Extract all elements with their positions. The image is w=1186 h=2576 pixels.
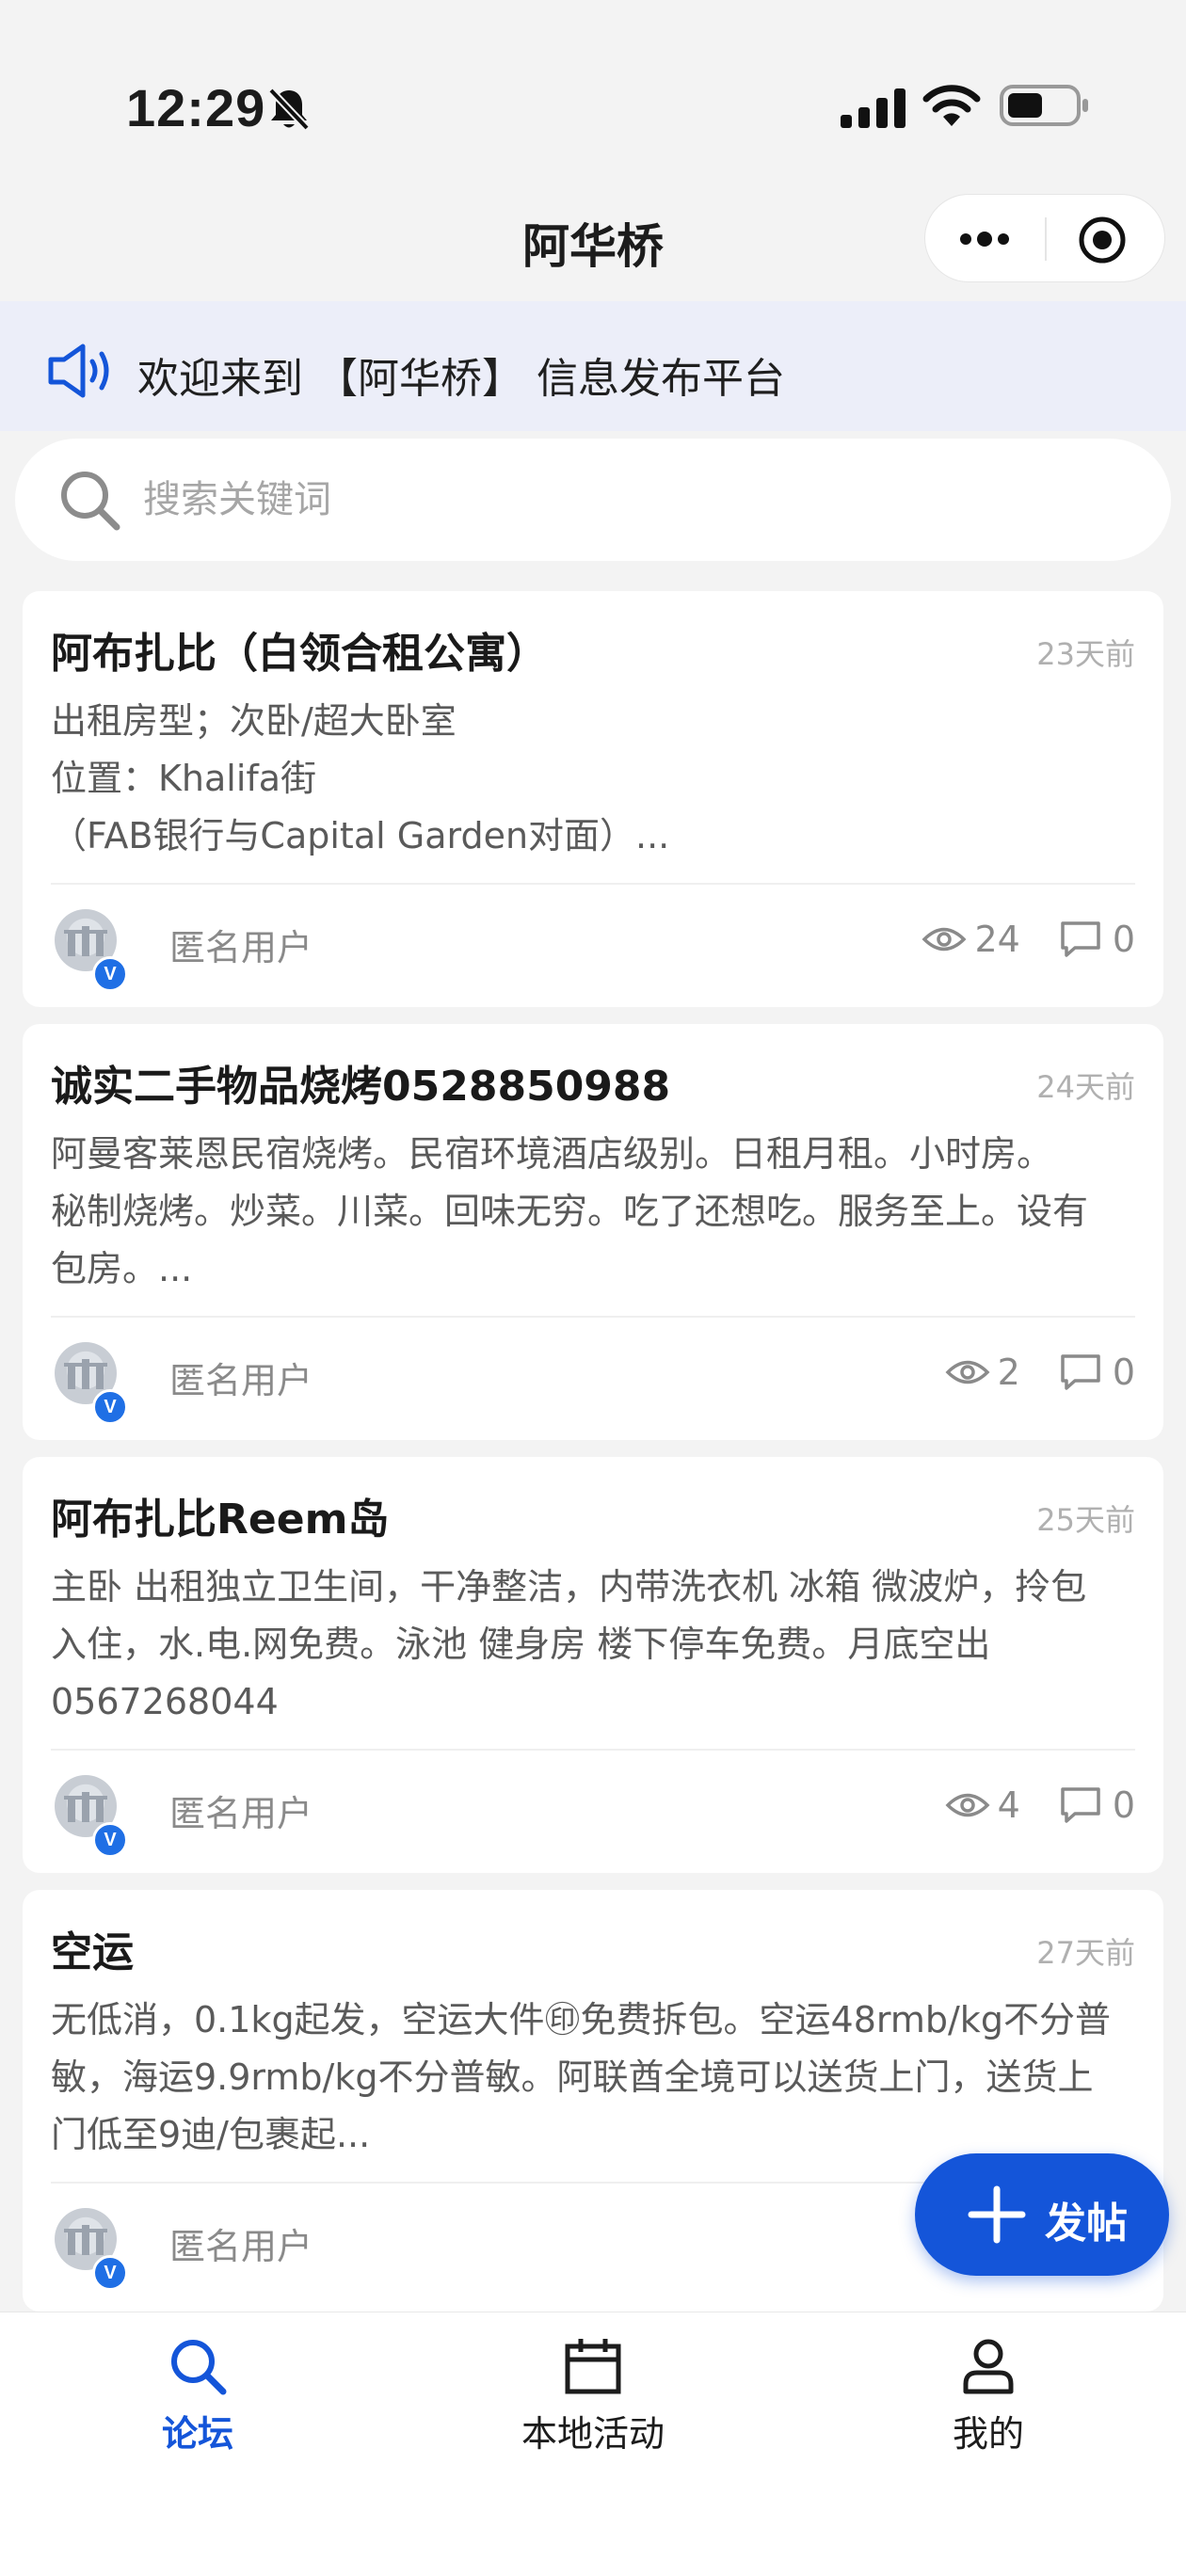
card-divider [51, 1749, 1135, 1751]
person-icon [963, 2339, 1014, 2394]
search-input[interactable] [141, 463, 1124, 536]
verified-badge: V [92, 956, 128, 992]
capsule-divider [1045, 217, 1047, 261]
post-excerpt-line: 敏，海运9.9rmb/kg不分普敏。阿联酋全境可以送货上门，送货上 [51, 2056, 1094, 2098]
view-count: 2 [945, 1352, 1020, 1393]
post-excerpt-line: 秘制烧烤。炒菜。川菜。回味无穷。吃了还想吃。服务至上。设有 [51, 1191, 1089, 1232]
post-title[interactable]: 阿布扎比（白领合租公寓） [51, 619, 548, 680]
author-name[interactable]: 匿名用户 [169, 919, 313, 970]
comment-count-value: 0 [1112, 1784, 1135, 1826]
search-icon [171, 2340, 227, 2395]
search-bar[interactable] [15, 439, 1171, 561]
mini-program-capsule [924, 194, 1165, 282]
new-post-label: 发帖 [1045, 2200, 1128, 2248]
post-stats: 24 0 [882, 919, 1135, 960]
calendar-icon [565, 2339, 621, 2394]
author-name[interactable]: 匿名用户 [169, 2217, 313, 2269]
more-icon[interactable] [954, 216, 1016, 263]
card-divider [51, 883, 1135, 885]
post-time: 23天前 [1036, 636, 1135, 672]
post-card[interactable]: 阿布扎比Reem岛 25天前 主卧 出租独立卫生间，干净整洁，内带洗衣机 冰箱 … [23, 1457, 1163, 1873]
post-title[interactable]: 阿布扎比Reem岛 [51, 1485, 389, 1545]
author-name[interactable]: 匿名用户 [169, 1352, 313, 1403]
post-stats: 4 0 [906, 1784, 1135, 1826]
plus-icon [968, 2185, 1026, 2244]
post-footer: V 匿名用户 2 0 [51, 1323, 1135, 1425]
verified-badge: V [92, 1822, 128, 1858]
post-time: 25天前 [1036, 1502, 1135, 1538]
comment-count: 0 [1060, 919, 1135, 960]
view-count: 4 [945, 1784, 1020, 1826]
status-time: 12:29 [126, 78, 266, 137]
avatar[interactable]: V [55, 1342, 128, 1425]
tab-forum[interactable]: 论坛 [85, 2335, 311, 2476]
eye-icon [945, 1360, 990, 1384]
comment-icon [1061, 1787, 1100, 1823]
avatar[interactable]: V [55, 2208, 128, 2291]
post-excerpt: 主卧 出租独立卫生间，干净整洁，内带洗衣机 冰箱 微波炉，拎包 入住，水.电.网… [51, 1559, 1133, 1731]
author-name[interactable]: 匿名用户 [169, 1784, 313, 1836]
view-count: 24 [922, 919, 1020, 960]
view-count-value: 4 [997, 1784, 1020, 1826]
verified-badge: V [92, 1389, 128, 1425]
post-footer: V 匿名用户 24 0 [51, 890, 1135, 992]
comment-count-value: 0 [1112, 1352, 1135, 1393]
post-excerpt: 无低消，0.1kg起发，空运大件㊞免费拆包。空运48rmb/kg不分普 敏，海运… [51, 1992, 1133, 2164]
post-title[interactable]: 诚实二手物品烧烤0528850988 [51, 1052, 670, 1112]
tab-label: 本地活动 [521, 2413, 665, 2455]
tab-local-events[interactable]: 本地活动 [480, 2335, 706, 2476]
view-count-value: 2 [997, 1352, 1020, 1393]
close-target-icon[interactable] [1076, 214, 1129, 266]
post-excerpt-line: 位置：Khalifa街 [51, 758, 317, 799]
announcement-banner[interactable]: 欢迎来到 【阿华桥】 信息发布平台 [0, 301, 1186, 431]
tab-label: 我的 [952, 2413, 1024, 2455]
post-title[interactable]: 空运 [51, 1918, 134, 1978]
post-excerpt: 出租房型；次卧/超大卧室 位置：Khalifa街 （FAB银行与Capital … [51, 693, 1133, 865]
status-bar: 12:29 [0, 0, 1186, 188]
tab-mine[interactable]: 我的 [875, 2335, 1101, 2476]
comment-count: 0 [1060, 1352, 1135, 1393]
eye-icon [945, 1793, 990, 1817]
card-divider [51, 1316, 1135, 1318]
view-count-value: 24 [974, 919, 1020, 960]
avatar[interactable]: V [55, 909, 128, 992]
post-excerpt-line: 出租房型；次卧/超大卧室 [51, 700, 457, 742]
speaker-icon [48, 344, 109, 398]
wifi-icon [922, 85, 981, 126]
tab-bar: 论坛 本地活动 我的 [0, 2312, 1186, 2576]
post-stats: 2 0 [906, 1352, 1135, 1393]
comment-icon [1061, 1354, 1100, 1390]
announcement-text: 欢迎来到 【阿华桥】 信息发布平台 [137, 355, 785, 403]
comment-icon [1061, 921, 1100, 957]
post-excerpt-line: （FAB银行与Capital Garden对面）... [51, 815, 670, 856]
post-footer: V 匿名用户 4 0 [51, 1756, 1135, 1858]
post-excerpt-line: 0567268044 [51, 1681, 279, 1722]
comment-count-value: 0 [1112, 919, 1135, 960]
post-excerpt-line: 主卧 出租独立卫生间，干净整洁，内带洗衣机 冰箱 微波炉，拎包 [51, 1566, 1087, 1608]
post-excerpt-line: 入住，水.电.网免费。泳池 健身房 楼下停车免费。月底空出 [51, 1624, 991, 1665]
bell-off-icon [268, 88, 310, 131]
battery-icon [1000, 85, 1088, 126]
tab-label: 论坛 [161, 2413, 233, 2455]
signal-icon [841, 88, 906, 128]
post-excerpt-line: 阿曼客莱恩民宿烧烤。民宿环境酒店级别。日租月租。小时房。 [51, 1133, 1053, 1175]
post-excerpt-line: 包房。... [51, 1248, 193, 1289]
post-excerpt: 阿曼客莱恩民宿烧烤。民宿环境酒店级别。日租月租。小时房。 秘制烧烤。炒菜。川菜。… [51, 1126, 1133, 1298]
avatar[interactable]: V [55, 1775, 128, 1858]
eye-icon [922, 927, 967, 952]
comment-count: 0 [1060, 1784, 1135, 1826]
post-card[interactable]: 阿布扎比（白领合租公寓） 23天前 出租房型；次卧/超大卧室 位置：Khalif… [23, 591, 1163, 1007]
verified-badge: V [92, 2255, 128, 2291]
post-time: 24天前 [1036, 1069, 1135, 1105]
post-card[interactable]: 诚实二手物品烧烤0528850988 24天前 阿曼客莱恩民宿烧烤。民宿环境酒店… [23, 1024, 1163, 1440]
new-post-button[interactable]: 发帖 [915, 2153, 1169, 2276]
post-time: 27天前 [1036, 1935, 1135, 1971]
post-excerpt-line: 无低消，0.1kg起发，空运大件㊞免费拆包。空运48rmb/kg不分普 [51, 1999, 1111, 2040]
search-icon [61, 472, 120, 531]
